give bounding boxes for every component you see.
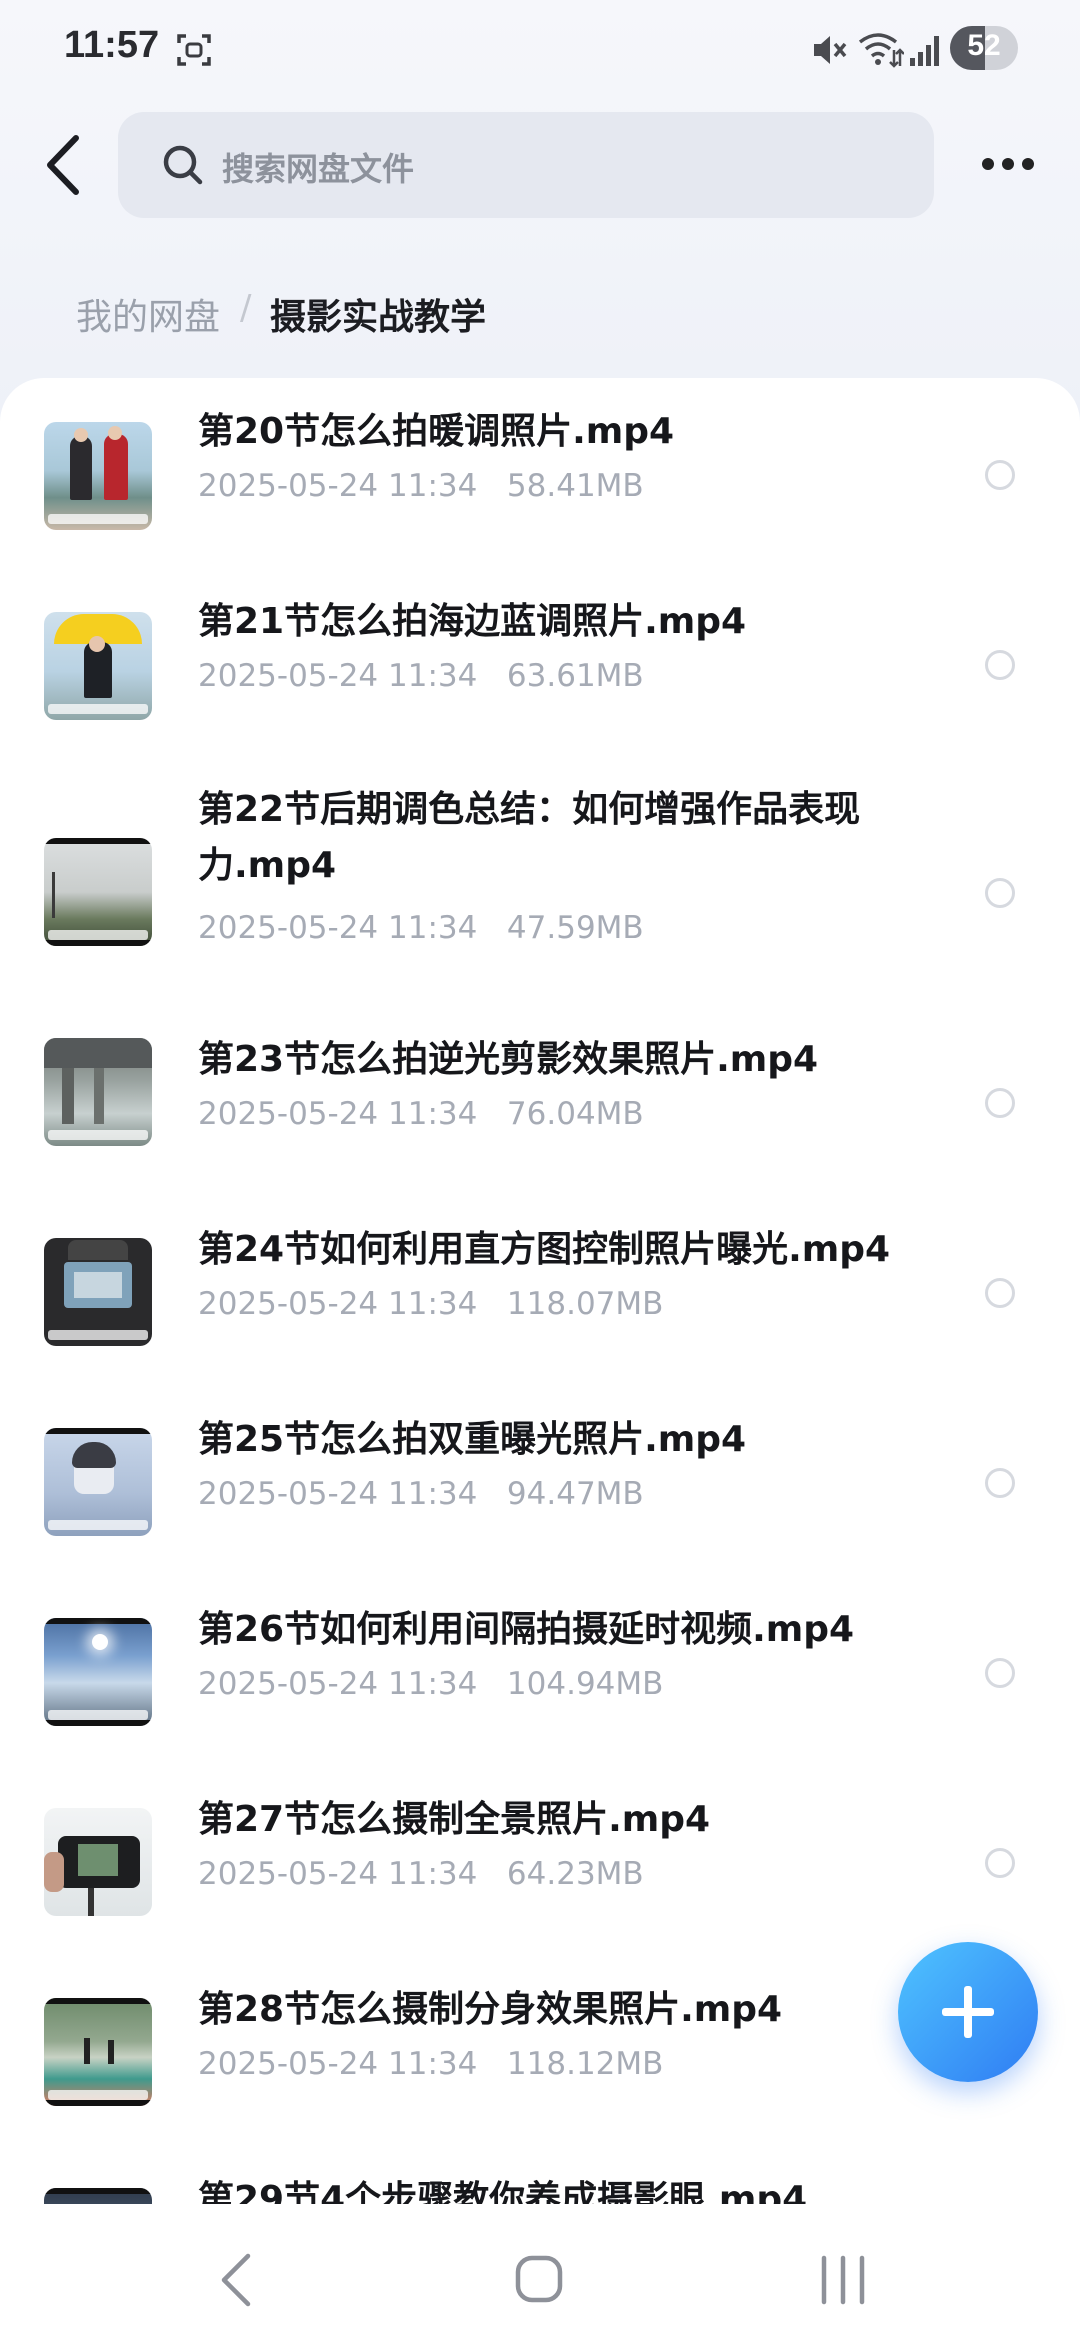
nav-back-icon[interactable] bbox=[214, 2250, 258, 2310]
video-thumbnail bbox=[44, 1238, 152, 1346]
video-thumbnail bbox=[44, 1998, 152, 2106]
video-thumbnail bbox=[44, 838, 152, 946]
file-size: 58.41MB bbox=[506, 468, 644, 504]
file-date: 2025-05-24 11:34 bbox=[198, 2046, 478, 2082]
search-icon bbox=[163, 145, 203, 185]
file-date: 2025-05-24 11:34 bbox=[198, 1856, 478, 1892]
video-thumbnail bbox=[44, 612, 152, 720]
file-meta: 2025-05-24 11:34 47.59MB bbox=[198, 910, 644, 946]
file-size: 94.47MB bbox=[506, 1476, 644, 1512]
file-size: 47.59MB bbox=[506, 910, 644, 946]
file-item[interactable]: 第25节怎么拍双重曝光照片.mp4 2025-05-24 11:34 94.47… bbox=[0, 1388, 1080, 1578]
video-thumbnail bbox=[44, 1038, 152, 1146]
file-item[interactable]: 第21节怎么拍海边蓝调照片.mp4 2025-05-24 11:34 63.61… bbox=[0, 568, 1080, 758]
signal-icon bbox=[910, 36, 939, 66]
wifi-icon bbox=[858, 33, 904, 68]
file-size: 118.12MB bbox=[506, 2046, 664, 2082]
select-radio[interactable] bbox=[985, 1468, 1015, 1498]
plus-icon bbox=[964, 1986, 972, 2038]
file-item[interactable]: 第27节怎么摄制全景照片.mp4 2025-05-24 11:34 64.23M… bbox=[0, 1768, 1080, 1958]
status-bar: 11:57 52 bbox=[0, 0, 1080, 100]
video-thumbnail bbox=[44, 422, 152, 530]
back-button[interactable] bbox=[34, 130, 94, 200]
select-radio[interactable] bbox=[985, 1278, 1015, 1308]
select-radio[interactable] bbox=[985, 650, 1015, 680]
more-dot-icon bbox=[982, 158, 994, 170]
breadcrumb-current: 摄影实战教学 bbox=[270, 297, 487, 338]
screenshot-icon bbox=[177, 34, 211, 66]
file-name: 第27节怎么摄制全景照片.mp4 bbox=[198, 1799, 711, 1840]
search-input[interactable]: 搜索网盘文件 bbox=[118, 112, 934, 218]
file-name: 第21节怎么拍海边蓝调照片.mp4 bbox=[198, 601, 747, 642]
file-meta: 2025-05-24 11:34 118.12MB bbox=[198, 2046, 663, 2082]
file-name: 第22节后期调色总结：如何增强作品表现力.mp4 bbox=[198, 789, 861, 886]
file-item[interactable]: 第26节如何利用间隔拍摄延时视频.mp4 2025-05-24 11:34 10… bbox=[0, 1578, 1080, 1768]
file-name: 第26节如何利用间隔拍摄延时视频.mp4 bbox=[198, 1609, 855, 1650]
select-radio[interactable] bbox=[985, 460, 1015, 490]
file-size: 118.07MB bbox=[506, 1286, 664, 1322]
more-dot-icon bbox=[1002, 158, 1014, 170]
more-dot-icon bbox=[1022, 158, 1034, 170]
nav-recent-apps-icon[interactable] bbox=[818, 2252, 868, 2308]
breadcrumb-separator: / bbox=[240, 288, 252, 328]
file-size: 64.23MB bbox=[506, 1856, 644, 1892]
battery-indicator: 52 bbox=[950, 26, 1018, 70]
status-time: 11:57 bbox=[64, 24, 160, 66]
file-date: 2025-05-24 11:34 bbox=[198, 910, 478, 946]
select-radio[interactable] bbox=[985, 1848, 1015, 1878]
file-name: 第20节怎么拍暖调照片.mp4 bbox=[198, 411, 675, 452]
file-name: 第23节怎么拍逆光剪影效果照片.mp4 bbox=[198, 1039, 819, 1080]
file-size: 104.94MB bbox=[506, 1666, 664, 1702]
file-name: 第28节怎么摄制分身效果照片.mp4 bbox=[198, 1989, 783, 2030]
file-date: 2025-05-24 11:34 bbox=[198, 468, 478, 504]
select-radio[interactable] bbox=[985, 1658, 1015, 1688]
video-thumbnail bbox=[44, 1428, 152, 1536]
search-placeholder: 搜索网盘文件 bbox=[222, 150, 415, 188]
select-radio[interactable] bbox=[985, 878, 1015, 908]
file-item[interactable]: 第22节后期调色总结：如何增强作品表现力.mp4 2025-05-24 11:3… bbox=[0, 758, 1080, 1008]
more-options-button[interactable] bbox=[972, 140, 1044, 190]
video-thumbnail bbox=[44, 2188, 152, 2204]
file-meta: 2025-05-24 11:34 94.47MB bbox=[198, 1476, 644, 1512]
file-name: 第29节4个步骤教你养成摄影眼.mp4 bbox=[198, 2179, 808, 2204]
video-thumbnail bbox=[44, 1618, 152, 1726]
breadcrumb-root[interactable]: 我的网盘 bbox=[76, 288, 220, 340]
system-nav-bar bbox=[0, 2204, 1080, 2340]
file-item[interactable]: 第29节4个步骤教你养成摄影眼.mp4 bbox=[0, 2148, 1080, 2204]
file-list: 第20节怎么拍暖调照片.mp4 2025-05-24 11:34 58.41MB… bbox=[0, 378, 1080, 2204]
file-meta: 2025-05-24 11:34 64.23MB bbox=[198, 1856, 644, 1892]
select-radio[interactable] bbox=[985, 1088, 1015, 1118]
file-date: 2025-05-24 11:34 bbox=[198, 1666, 478, 1702]
file-date: 2025-05-24 11:34 bbox=[198, 1286, 478, 1322]
file-name: 第25节怎么拍双重曝光照片.mp4 bbox=[198, 1419, 747, 1460]
file-size: 63.61MB bbox=[506, 658, 644, 694]
mute-icon bbox=[814, 36, 847, 64]
file-meta: 2025-05-24 11:34 76.04MB bbox=[198, 1096, 644, 1132]
file-date: 2025-05-24 11:34 bbox=[198, 1476, 478, 1512]
file-meta: 2025-05-24 11:34 58.41MB bbox=[198, 468, 644, 504]
file-meta: 2025-05-24 11:34 104.94MB bbox=[198, 1666, 663, 1702]
file-date: 2025-05-24 11:34 bbox=[198, 658, 478, 694]
file-date: 2025-05-24 11:34 bbox=[198, 1096, 478, 1132]
file-meta: 2025-05-24 11:34 118.07MB bbox=[198, 1286, 663, 1322]
file-name: 第24节如何利用直方图控制照片曝光.mp4 bbox=[198, 1229, 891, 1270]
add-button[interactable] bbox=[898, 1942, 1038, 2082]
file-meta: 2025-05-24 11:34 63.61MB bbox=[198, 658, 644, 694]
file-size: 76.04MB bbox=[506, 1096, 644, 1132]
file-item[interactable]: 第20节怎么拍暖调照片.mp4 2025-05-24 11:34 58.41MB bbox=[0, 378, 1080, 568]
file-item[interactable]: 第24节如何利用直方图控制照片曝光.mp4 2025-05-24 11:34 1… bbox=[0, 1198, 1080, 1388]
file-item[interactable]: 第23节怎么拍逆光剪影效果照片.mp4 2025-05-24 11:34 76.… bbox=[0, 1008, 1080, 1198]
battery-level: 52 bbox=[967, 29, 1001, 62]
nav-home-icon[interactable] bbox=[514, 2254, 564, 2304]
video-thumbnail bbox=[44, 1808, 152, 1916]
